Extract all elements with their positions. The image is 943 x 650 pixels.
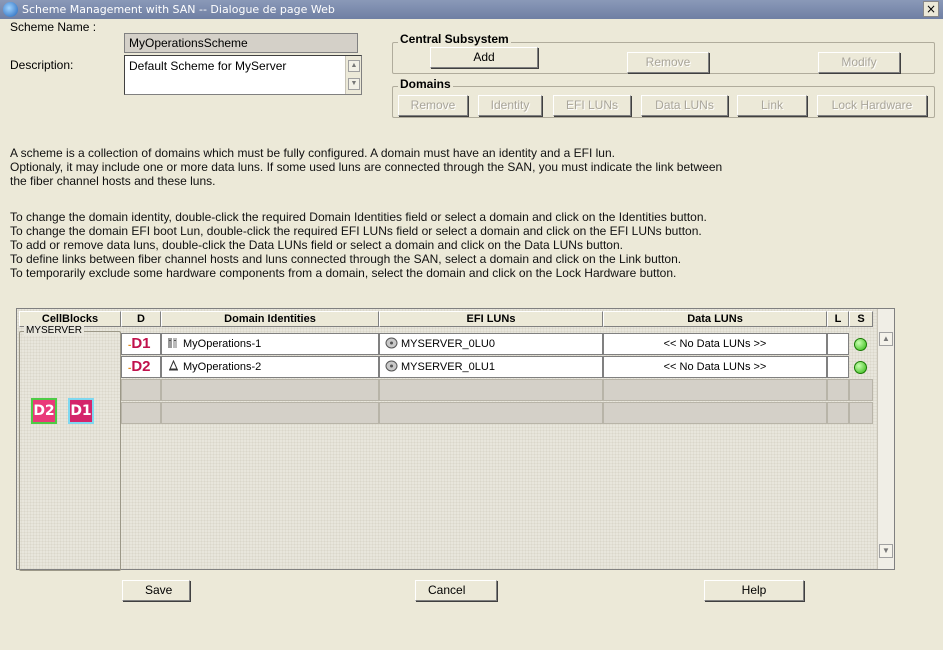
grid-body: CellBlocks D Domain Identities EFI LUNs … — [17, 309, 878, 571]
row1-efi-text: MYSERVER_0LU0 — [401, 338, 495, 350]
header-l[interactable]: L — [827, 311, 849, 327]
row2-identity-text: MyOperations-2 — [183, 361, 262, 373]
help-line: To change the domain EFI boot Lun, doubl… — [10, 224, 702, 238]
row2-efi-cell[interactable]: MYSERVER_0LU1 — [379, 356, 603, 378]
empty-cell — [121, 379, 161, 401]
window-title-bar: Scheme Management with SAN -- Dialogue d… — [0, 0, 943, 19]
lock-hardware-button[interactable]: Lock Hardware — [817, 95, 927, 116]
domains-grid: CellBlocks D Domain Identities EFI LUNs … — [16, 308, 895, 571]
help-line: Optionaly, it may include one or more da… — [10, 160, 723, 174]
close-icon[interactable]: × — [923, 1, 939, 17]
empty-cell — [379, 379, 603, 401]
scheme-name-label: Scheme Name : — [10, 20, 97, 34]
empty-cell — [827, 379, 849, 401]
row1-identity-cell[interactable]: MyOperations-1 — [161, 333, 379, 355]
efi-luns-button[interactable]: EFI LUNs — [553, 95, 631, 116]
cellblock-group-title: MYSERVER — [24, 325, 84, 336]
cancel-button[interactable]: Cancel — [415, 580, 497, 601]
modify-button[interactable]: Modify — [818, 52, 900, 73]
description-text: Default Scheme for MyServer — [129, 59, 287, 73]
row1-l-cell[interactable] — [827, 333, 849, 355]
row1-identity-text: MyOperations-1 — [183, 338, 262, 350]
row2-identity-cell[interactable]: MyOperations-2 — [161, 356, 379, 378]
data-luns-button[interactable]: Data LUNs — [641, 95, 728, 116]
cellblock-badge-d2[interactable]: D2 — [31, 398, 57, 424]
row1-efi-cell[interactable]: MYSERVER_0LU0 — [379, 333, 603, 355]
row2-l-cell[interactable] — [827, 356, 849, 378]
row2-domain-label[interactable]: -D2 — [121, 356, 161, 378]
disk-drive-icon — [385, 337, 398, 349]
cellblock-badge-d1[interactable]: D1 — [68, 398, 94, 424]
empty-cell — [827, 402, 849, 424]
remove-subsystem-button[interactable]: Remove — [627, 52, 709, 73]
empty-cell — [161, 402, 379, 424]
header-data-luns[interactable]: Data LUNs — [603, 311, 827, 327]
help-paragraph-1: A scheme is a collection of domains whic… — [10, 146, 935, 188]
link-button[interactable]: Link — [737, 95, 807, 116]
row2-status-ok-icon — [854, 361, 867, 374]
help-line: To define links between fiber channel ho… — [10, 252, 682, 266]
empty-cell — [603, 402, 827, 424]
help-line: To temporarily exclude some hardware com… — [10, 266, 677, 280]
empty-cell — [603, 379, 827, 401]
ie-window-icon — [3, 2, 18, 17]
disk-drive-icon — [385, 360, 398, 372]
help-line: A scheme is a collection of domains whic… — [10, 146, 615, 160]
domains-title: Domains — [398, 77, 453, 91]
help-line: To change the domain identity, double-cl… — [10, 210, 707, 224]
scheme-name-field[interactable]: MyOperationsScheme — [124, 33, 358, 53]
help-line: To add or remove data luns, double-click… — [10, 238, 623, 252]
help-button[interactable]: Help — [704, 580, 804, 601]
row1-domain-label[interactable]: -D1 — [121, 333, 161, 355]
scroll-down-icon[interactable]: ▼ — [879, 544, 893, 558]
server-rack-icon — [168, 338, 177, 348]
help-paragraph-2: To change the domain identity, double-cl… — [10, 210, 935, 280]
grid-scrollbar[interactable]: ▲ ▼ — [877, 309, 894, 569]
empty-cell — [161, 379, 379, 401]
empty-cell — [121, 402, 161, 424]
help-line: the fiber channel hosts and these luns. — [10, 174, 216, 188]
bell-icon — [169, 360, 178, 371]
row2-data-luns-cell[interactable]: << No Data LUNs >> — [603, 356, 827, 378]
scroll-down-icon[interactable]: ▼ — [348, 78, 360, 90]
cellblock-group: MYSERVER D2 D1 — [19, 325, 121, 571]
save-button[interactable]: Save — [122, 580, 190, 601]
description-label: Description: — [10, 58, 74, 72]
scroll-up-icon[interactable]: ▲ — [879, 332, 893, 346]
row2-efi-text: MYSERVER_0LU1 — [401, 361, 495, 373]
row1-d-text: D1 — [131, 335, 151, 352]
add-button[interactable]: Add — [430, 47, 538, 68]
description-textarea[interactable]: Default Scheme for MyServer ▲ ▼ — [124, 55, 362, 95]
remove-domain-button[interactable]: Remove — [398, 95, 468, 116]
empty-cell — [379, 402, 603, 424]
description-scrollbar[interactable]: ▲ ▼ — [345, 56, 361, 94]
empty-cell — [849, 402, 873, 424]
row1-data-luns-cell[interactable]: << No Data LUNs >> — [603, 333, 827, 355]
row1-status-ok-icon — [854, 338, 867, 351]
header-efi-luns[interactable]: EFI LUNs — [379, 311, 603, 327]
header-d[interactable]: D — [121, 311, 161, 327]
header-s[interactable]: S — [849, 311, 873, 327]
window-title: Scheme Management with SAN -- Dialogue d… — [22, 3, 335, 16]
empty-cell — [849, 379, 873, 401]
row2-d-text: D2 — [131, 358, 151, 375]
scroll-up-icon[interactable]: ▲ — [348, 60, 360, 72]
header-domain-identities[interactable]: Domain Identities — [161, 311, 379, 327]
identity-button[interactable]: Identity — [478, 95, 542, 116]
central-subsystem-title: Central Subsystem — [398, 32, 511, 46]
